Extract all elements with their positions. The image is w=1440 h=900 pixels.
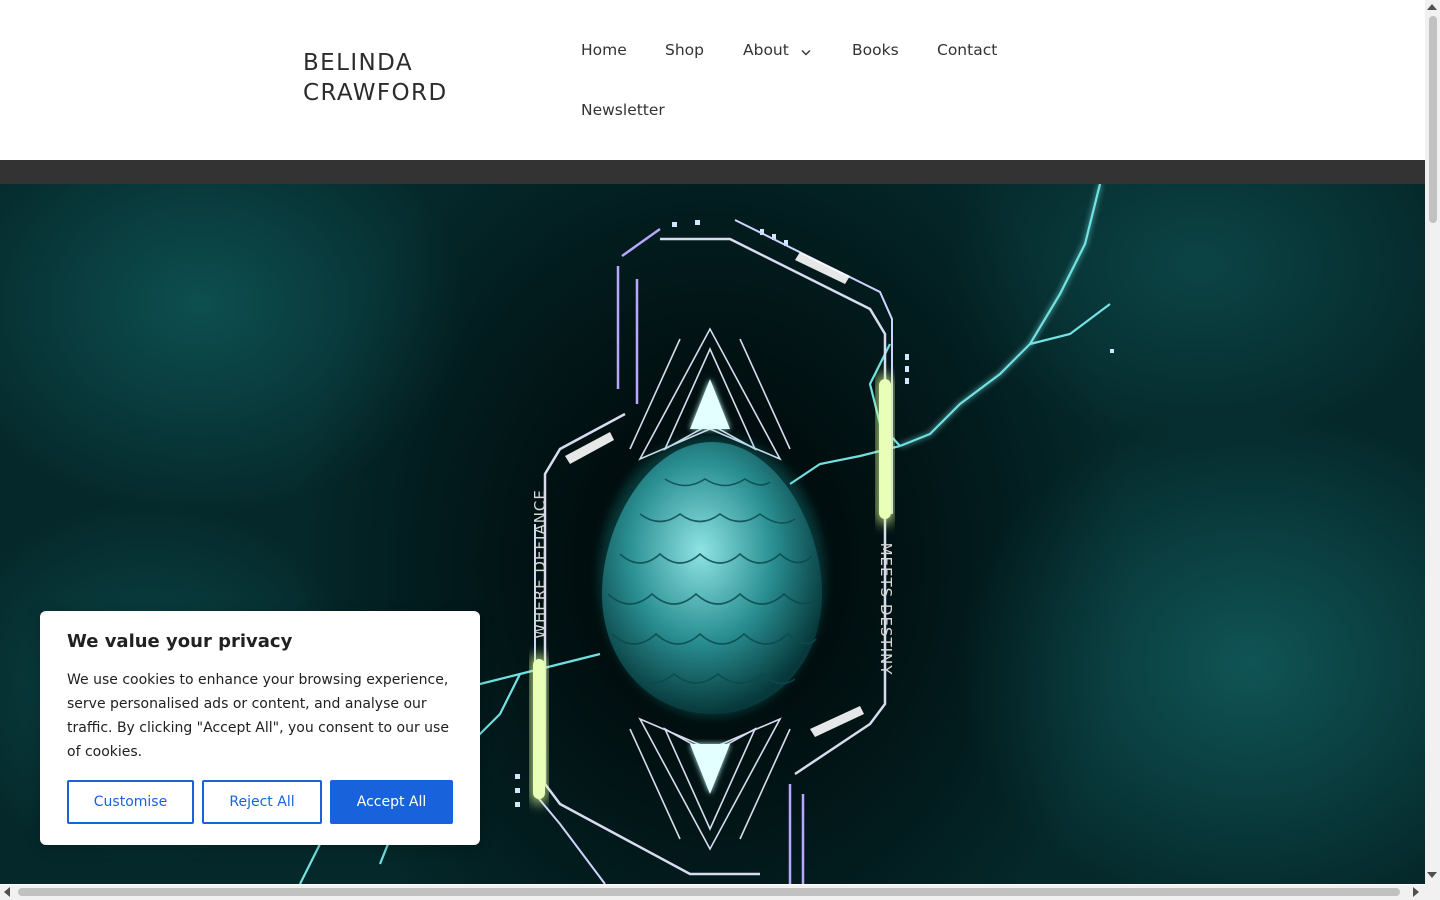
scroll-up-arrow-icon[interactable]: [1427, 4, 1437, 10]
scrollbar-corner: [1425, 885, 1440, 900]
nav-item-shop[interactable]: Shop: [645, 20, 724, 80]
customise-button[interactable]: Customise: [67, 780, 194, 824]
nav-item-books[interactable]: Books: [832, 20, 919, 80]
hero-tagline-right: MEETS DESTINY: [877, 542, 895, 676]
scroll-right-arrow-icon[interactable]: [1413, 887, 1419, 897]
scroll-down-arrow-icon[interactable]: [1427, 872, 1437, 878]
horizontal-scrollbar-thumb[interactable]: [18, 888, 1400, 896]
horizontal-scrollbar[interactable]: [0, 885, 1425, 900]
nav-item-newsletter[interactable]: Newsletter: [561, 80, 685, 140]
dragon-egg: [600, 436, 824, 716]
vertical-scrollbar-thumb[interactable]: [1429, 16, 1437, 223]
header-divider-strip: [0, 160, 1425, 184]
nav-item-home[interactable]: Home: [561, 20, 647, 80]
main-navigation: Home Shop About Books Contact Newsletter: [561, 20, 1031, 140]
nav-item-about[interactable]: About: [723, 20, 831, 80]
scroll-left-arrow-icon[interactable]: [4, 887, 10, 897]
nav-item-contact[interactable]: Contact: [917, 20, 1017, 80]
vertical-scrollbar[interactable]: [1425, 0, 1440, 885]
cookie-description: We use cookies to enhance your browsing …: [67, 672, 449, 760]
reject-all-button[interactable]: Reject All: [202, 780, 322, 824]
cookie-title: We value your privacy: [67, 631, 293, 652]
site-title[interactable]: BELINDA CRAWFORD: [303, 48, 503, 108]
site-header: BELINDA CRAWFORD Home Shop About Books C…: [0, 0, 1425, 160]
chevron-down-icon: [801, 21, 811, 81]
cookie-consent-banner: We value your privacy We use cookies to …: [40, 611, 480, 845]
hero-tagline-left: WHERE DEFIANCE: [531, 489, 549, 639]
accept-all-button[interactable]: Accept All: [330, 780, 453, 824]
nav-item-about-label: About: [743, 41, 789, 59]
